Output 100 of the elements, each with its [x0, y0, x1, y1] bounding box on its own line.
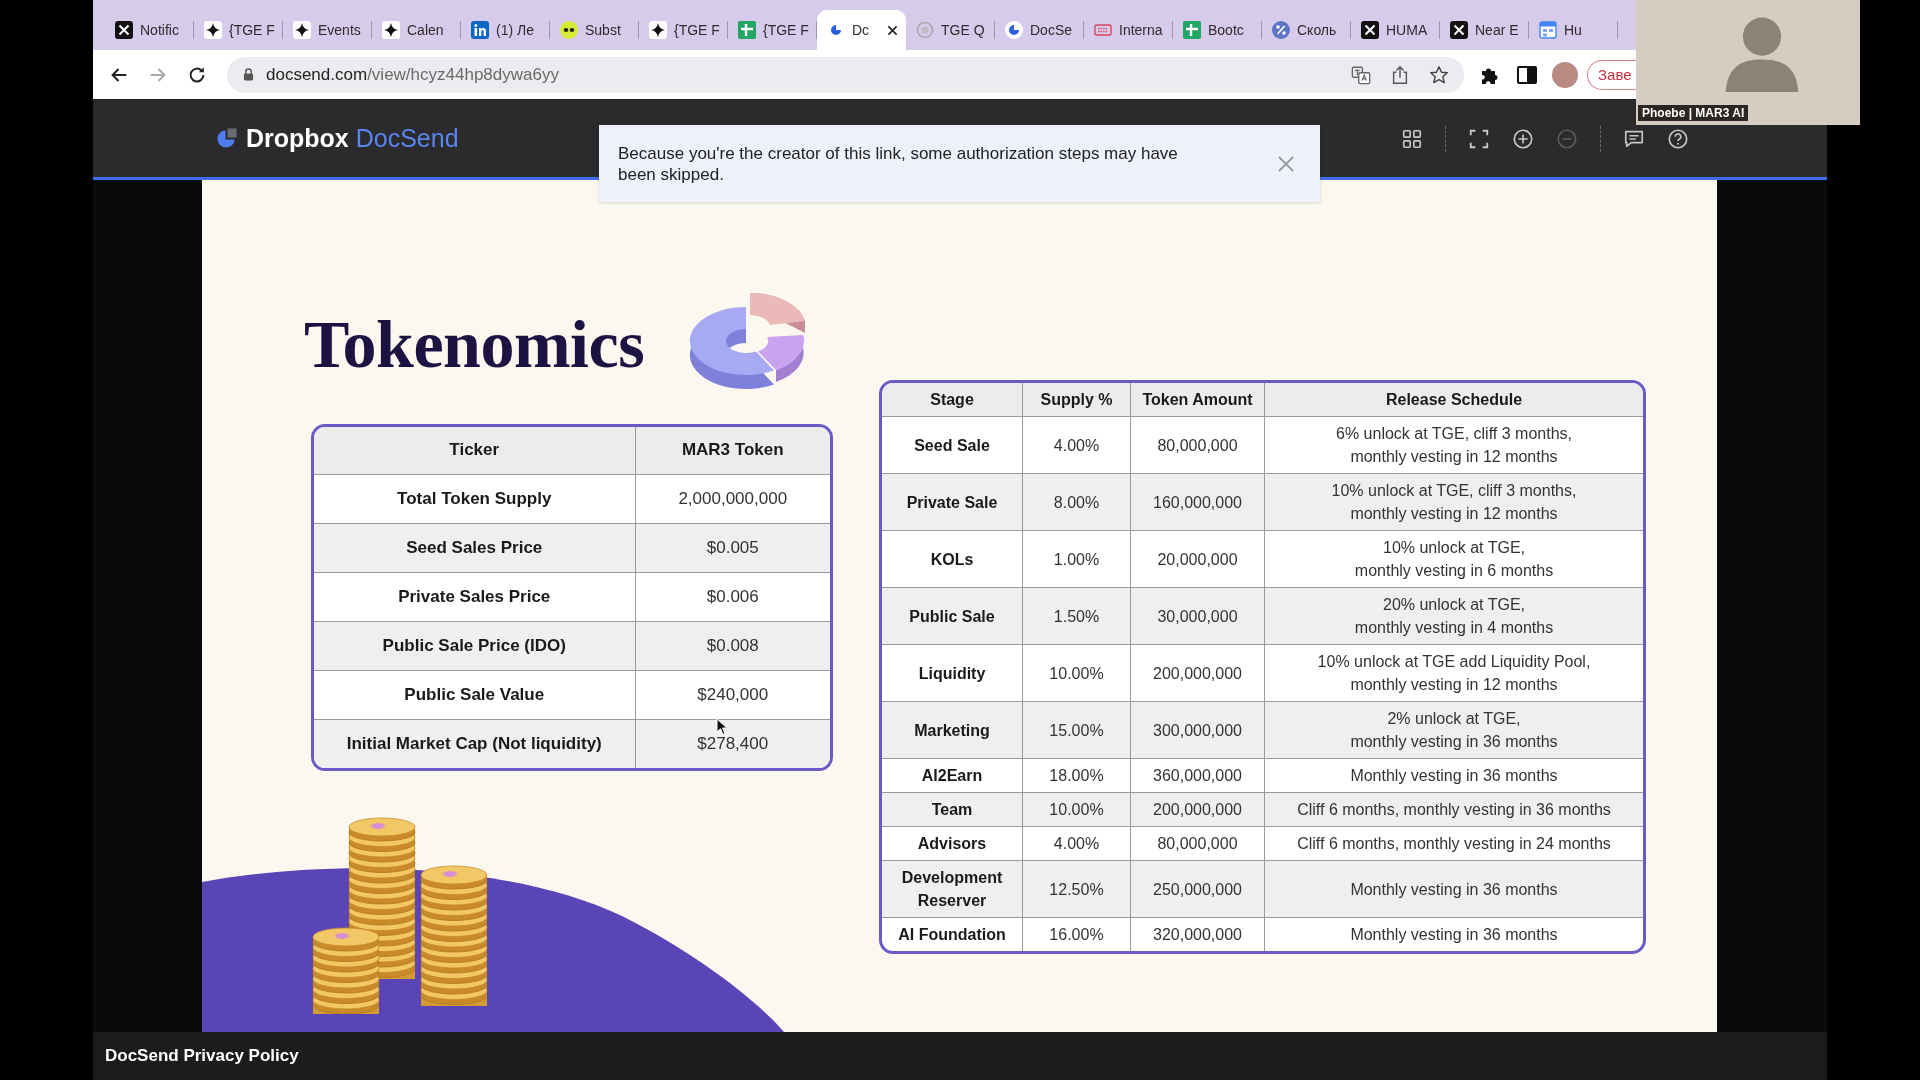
table-cell: Seed Sale [882, 416, 1023, 474]
pie-logo-icon [1005, 21, 1023, 39]
star-icon[interactable] [1429, 64, 1449, 85]
share-icon[interactable] [1390, 64, 1410, 85]
column-header: Supply % [1022, 383, 1131, 417]
table-cell: Advisors [882, 826, 1023, 861]
pie-logo-icon [215, 127, 238, 150]
table-cell: 360,000,000 [1130, 758, 1265, 793]
table-cell: $0.008 [635, 621, 830, 670]
table-cell: 1.00% [1022, 530, 1131, 588]
sparkle-icon [204, 21, 222, 39]
table-cell: 200,000,000 [1130, 644, 1265, 702]
table-cell: $0.005 [635, 523, 830, 572]
sparkle-icon [382, 21, 400, 39]
translate-icon[interactable] [1351, 64, 1371, 85]
percent-icon [1272, 21, 1290, 39]
privacy-policy-link[interactable]: DocSend Privacy Policy [105, 1046, 299, 1066]
table-cell: 10.00% [1022, 792, 1131, 827]
x-logo-icon [115, 21, 133, 39]
table-cell: Public Sale Price (IDO) [314, 621, 635, 670]
sparkle-icon [649, 21, 667, 39]
close-icon[interactable] [887, 24, 898, 36]
sheet-icon [1183, 21, 1201, 39]
help-icon[interactable] [1667, 127, 1689, 150]
lock-icon[interactable] [243, 68, 254, 81]
table-cell: Cliff 6 months, monthly vesting in 36 months [1264, 792, 1643, 827]
table-cell: $278,400 [635, 719, 830, 768]
column-header: Ticker [314, 427, 635, 474]
browser-tab[interactable]: {TGE F [194, 10, 283, 50]
browser-tab[interactable]: DocSe [995, 10, 1084, 50]
table-cell: 10% unlock at TGE, cliff 3 months, monthly vesting in 12 months [1264, 473, 1643, 531]
table-cell: 20,000,000 [1130, 530, 1265, 588]
column-header: Stage [882, 383, 1023, 417]
browser-tab[interactable]: (1) Ле [461, 10, 550, 50]
browser-tab[interactable]: TGE Q [906, 10, 995, 50]
fullscreen-icon[interactable] [1468, 127, 1490, 150]
browser-tab[interactable]: HUMA [1351, 10, 1440, 50]
x-logo-icon [1450, 21, 1468, 39]
x-logo-icon [1361, 21, 1379, 39]
sidebar-icon[interactable] [1516, 63, 1538, 86]
browser-tab[interactable]: Hu [1529, 10, 1618, 50]
table-cell: 10.00% [1022, 644, 1131, 702]
table-cell: 18.00% [1022, 758, 1131, 793]
table-cell: 8.00% [1022, 473, 1131, 531]
slide-title: Tokenomics [304, 304, 645, 382]
table-cell: Team [882, 792, 1023, 827]
sparkle-icon [293, 21, 311, 39]
browser-tab[interactable]: Interna [1084, 10, 1173, 50]
table-cell: Public Sale [882, 587, 1023, 645]
participant-name: Phoebe | MAR3 AI [1638, 105, 1749, 121]
table-cell: 2,000,000,000 [635, 474, 830, 523]
browser-tab[interactable]: Dc [817, 10, 906, 50]
table-cell: Liquidity [882, 644, 1023, 702]
table-cell: 30,000,000 [1130, 587, 1265, 645]
browser-tab[interactable]: Calen [372, 10, 461, 50]
table-cell: 2% unlock at TGE, monthly vesting in 36 months [1264, 701, 1643, 759]
mouse-cursor-icon [716, 718, 728, 736]
table-cell: 80,000,000 [1130, 416, 1265, 474]
address-field[interactable]: docsend.com/view/hcyz44hp8dywa6yy [227, 56, 1464, 93]
calendar-icon [1539, 21, 1557, 39]
browser-tab[interactable]: Notific [105, 10, 194, 50]
table-cell: Development Reserver [882, 860, 1023, 918]
table-cell: Marketing [882, 701, 1023, 759]
browser-tab[interactable]: {TGE F [728, 10, 817, 50]
table-cell: 12.50% [1022, 860, 1131, 918]
table-cell: Monthly vesting in 36 months [1264, 917, 1643, 951]
column-header: MAR3 Token [635, 427, 830, 474]
ring-icon [916, 21, 934, 39]
round-face-icon [560, 21, 578, 39]
table-cell: Total Token Supply [314, 474, 635, 523]
table-cell: 160,000,000 [1130, 473, 1265, 531]
column-header: Token Amount [1130, 383, 1265, 417]
in-logo-icon [471, 21, 489, 39]
table-cell: AI2Earn [882, 758, 1023, 793]
browser-tab[interactable]: Subst [550, 10, 639, 50]
url-text: docsend.com/view/hcyz44hp8dywa6yy [266, 64, 559, 85]
table-cell: Seed Sales Price [314, 523, 635, 572]
browser-tab[interactable]: Bootc [1173, 10, 1262, 50]
browser-tab[interactable]: {TGE F [639, 10, 728, 50]
column-header: Release Schedule [1264, 383, 1643, 417]
table-cell: Private Sales Price [314, 572, 635, 621]
table-cell: Monthly vesting in 36 months [1264, 860, 1643, 918]
browser-tab[interactable]: Events [283, 10, 372, 50]
notice-message: Because you're the creator of this link, some authorization steps may have been skipped. [618, 142, 1179, 185]
browser-tab[interactable]: Сколь [1262, 10, 1351, 50]
table-cell: 300,000,000 [1130, 701, 1265, 759]
table-cell: Initial Market Cap (Not liquidity) [314, 719, 635, 768]
table-cell: 1.50% [1022, 587, 1131, 645]
profile-avatar[interactable] [1552, 61, 1578, 88]
table-cell: AI Foundation [882, 917, 1023, 951]
table-cell: KOLs [882, 530, 1023, 588]
table-cell: Public Sale Value [314, 670, 635, 719]
browser-tab[interactable]: Near E [1440, 10, 1529, 50]
keyboard-icon [1094, 21, 1112, 39]
table-cell: 200,000,000 [1130, 792, 1265, 827]
table-cell: 4.00% [1022, 826, 1131, 861]
table-cell: 20% unlock at TGE, monthly vesting in 4 months [1264, 587, 1643, 645]
table-cell: 80,000,000 [1130, 826, 1265, 861]
zoom-in-icon[interactable] [1512, 127, 1534, 150]
grid-icon[interactable] [1401, 127, 1423, 150]
